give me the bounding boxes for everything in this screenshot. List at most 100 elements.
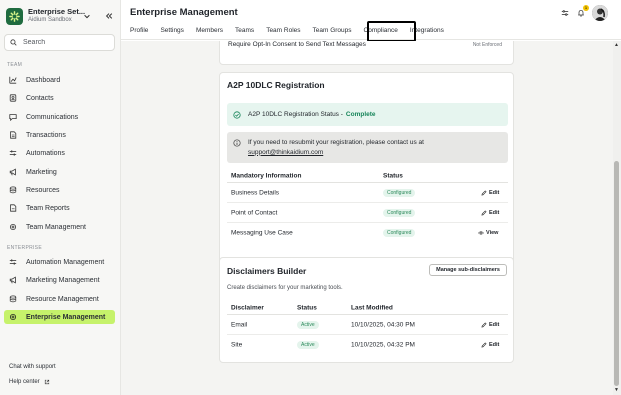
search-icon: [10, 39, 17, 46]
sliders-toggle-icon[interactable]: [560, 8, 570, 18]
sliders-icon: [9, 258, 17, 266]
sidebar-item-team-management[interactable]: Team Management: [4, 220, 115, 234]
scroll-down-arrow-icon[interactable]: ▼: [614, 387, 619, 393]
sidebar-item-label: Automation Management: [26, 258, 105, 266]
sidebar-item-label: Resources: [26, 186, 60, 194]
report-icon: [9, 204, 17, 212]
org-name: Enterprise Set...: [28, 8, 86, 16]
bell-icon[interactable]: 1: [576, 5, 589, 18]
sidebar-item-resources[interactable]: Resources: [4, 183, 115, 197]
sidebar-item-label: Team Reports: [26, 204, 70, 212]
help-center-link[interactable]: Help center: [9, 379, 50, 385]
sidebar-item-label: Dashboard: [26, 76, 61, 84]
sidebar-item-enterprise-management[interactable]: Enterprise Management: [4, 310, 115, 324]
sidebar-item-label: Team Management: [26, 223, 86, 231]
a2p-registration-card: A2P 10DLC Registration A2P 10DLC Registr…: [219, 72, 514, 285]
search-box[interactable]: [4, 34, 115, 51]
table-row: Email Active 10/10/2025, 04:30 PM Edit: [227, 315, 508, 335]
disclaimers-title: Disclaimers Builder: [227, 266, 307, 276]
org-switcher[interactable]: Enterprise Set... Aidium Sandbox: [6, 6, 116, 26]
disclaimers-table: Disclaimer Status Last Modified Email Ac…: [227, 301, 508, 355]
scroll-up-arrow-icon[interactable]: ▲: [614, 42, 619, 48]
tab-settings[interactable]: Settings: [160, 26, 184, 36]
sidebar-item-label: Transactions: [26, 131, 66, 139]
sidebar-item-automations[interactable]: Automations: [4, 146, 115, 160]
row-name: Email: [231, 321, 248, 328]
active-tab-highlight: [367, 21, 416, 42]
column-header: Status: [383, 172, 403, 179]
last-modified: 10/10/2025, 04:30 PM: [351, 321, 415, 328]
main-content: Require Opt-In Consent to Send Text Mess…: [121, 41, 621, 395]
sidebar-item-team-reports[interactable]: Team Reports: [4, 201, 115, 215]
tab-profile[interactable]: Profile: [130, 26, 148, 36]
edit-button[interactable]: Edit: [481, 322, 499, 328]
row-name: Messaging Use Case: [231, 229, 293, 237]
a2p-status-banner: A2P 10DLC Registration Status - Complete: [227, 103, 508, 126]
database-icon: [9, 295, 17, 303]
chevron-down-icon[interactable]: [82, 11, 91, 20]
table-row: Site Active 10/10/2025, 04:32 PM Edit: [227, 335, 508, 355]
status-badge: Configured: [383, 229, 416, 237]
edit-button[interactable]: Edit: [481, 342, 499, 348]
row-name: Point of Contact: [231, 209, 278, 216]
org-subtitle: Aidium Sandbox: [28, 17, 72, 23]
disclaimers-builder-card: Disclaimers Builder Manage sub-disclaime…: [219, 257, 514, 363]
pencil-icon: [481, 321, 487, 328]
document-icon: [9, 131, 17, 139]
scrollbar-thumb[interactable]: [614, 161, 619, 386]
a2p-info-text: If you need to resubmit your registratio…: [248, 139, 424, 146]
chat-with-support-link[interactable]: Chat with support: [9, 364, 56, 370]
sidebar-item-transactions[interactable]: Transactions: [4, 128, 115, 142]
row-name: Business Details: [231, 189, 280, 196]
sidebar: Enterprise Set... Aidium Sandbox TEAM Da…: [0, 0, 121, 395]
sidebar-item-label: Marketing: [26, 168, 57, 176]
scrollbar[interactable]: ▲ ▼: [613, 41, 621, 395]
sidebar-item-label: Enterprise Management: [26, 313, 106, 321]
sidebar-item-marketing-management[interactable]: Marketing Management: [4, 273, 115, 287]
avatar[interactable]: [592, 5, 608, 21]
sidebar-item-label: Contacts: [26, 94, 54, 102]
megaphone-icon: [9, 168, 17, 176]
column-header: Disclaimer: [231, 304, 264, 311]
table-row: Business Details Configured Edit: [227, 183, 508, 203]
last-modified: 10/10/2025, 04:32 PM: [351, 341, 415, 349]
tab-teams[interactable]: Teams: [235, 26, 254, 36]
table-row: Point of Contact Configured Edit: [227, 203, 508, 223]
sidebar-item-dashboard[interactable]: Dashboard: [4, 73, 115, 87]
megaphone-icon: [9, 276, 17, 284]
a2p-status-label: A2P 10DLC Registration Status -: [248, 111, 343, 118]
view-button[interactable]: View: [478, 230, 498, 236]
notification-badge: 1: [583, 5, 589, 11]
aidium-logo-icon: [6, 7, 23, 25]
edit-button[interactable]: Edit: [481, 210, 499, 216]
page-header: Enterprise Management Profile Settings M…: [121, 0, 621, 42]
manage-sub-disclaimers-button[interactable]: Manage sub-disclaimers: [429, 264, 507, 276]
sidebar-item-communications[interactable]: Communications: [4, 110, 115, 124]
sidebar-item-automation-management[interactable]: Automation Management: [4, 255, 115, 269]
status-badge: Configured: [383, 208, 416, 217]
support-email-link[interactable]: support@thinkaidium.com: [248, 148, 424, 158]
disclaimers-subtitle: Create disclaimers for your marketing to…: [227, 285, 343, 291]
a2p-title: A2P 10DLC Registration: [227, 80, 325, 90]
column-header: Mandatory Information: [231, 172, 302, 179]
chat-icon: [9, 113, 17, 121]
status-badge: Active: [297, 320, 319, 329]
table-row: Messaging Use Case Configured View: [227, 223, 508, 243]
tab-team-groups[interactable]: Team Groups: [313, 26, 352, 36]
column-header: Status: [297, 304, 317, 311]
tab-team-roles[interactable]: Team Roles: [266, 26, 300, 36]
sidebar-item-marketing[interactable]: Marketing: [4, 165, 115, 179]
search-input[interactable]: [23, 39, 103, 46]
gear-icon: [9, 223, 17, 231]
tab-members[interactable]: Members: [196, 26, 223, 36]
sidebar-item-contacts[interactable]: Contacts: [4, 91, 115, 105]
collapse-sidebar-icon[interactable]: [104, 11, 113, 20]
a2p-info-banner: If you need to resubmit your registratio…: [227, 132, 508, 163]
section-label-enterprise: ENTERPRISE: [7, 245, 42, 251]
chart-icon: [9, 76, 17, 84]
sidebar-item-resource-management[interactable]: Resource Management: [4, 292, 115, 306]
status-badge: Active: [297, 341, 319, 349]
check-circle-icon: [233, 110, 241, 119]
chat-support-label: Chat with support: [9, 364, 56, 370]
edit-button[interactable]: Edit: [481, 190, 499, 196]
